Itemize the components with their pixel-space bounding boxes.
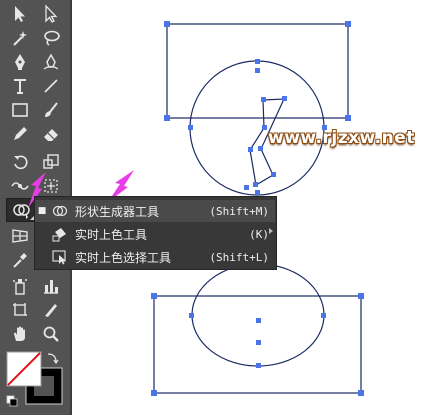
watermark: www.rjzxw.net [268,128,415,148]
selection-tool[interactable] [5,2,35,26]
flyout-item-label: 实时上色工具 [75,227,148,242]
eyedropper-icon [13,253,27,268]
curvature-pen-icon [43,53,59,70]
magic-wand-tool[interactable] [5,26,35,50]
symbol-sprayer-icon [13,279,27,295]
pencil-icon [14,127,27,140]
live-paint-selection-icon [52,250,66,265]
selected-marker-icon: ■ [37,206,47,216]
rectangle-icon [12,103,28,117]
lasso-tool[interactable] [36,26,66,50]
eyedropper-tool[interactable] [5,248,35,272]
perspective-grid-icon [12,229,28,243]
slice-knife-icon [45,304,57,317]
artboard-tool[interactable] [5,298,35,322]
pencil-tool[interactable] [5,122,35,146]
type-icon [14,79,26,94]
shape-builder-flyout-menu: ■ 形状生成器工具 (Shift+M) 实时上色工具 (K) 实时上色选择工具 … [34,196,277,270]
pen-tool[interactable] [5,50,35,74]
zoom-magnifier-icon [43,326,59,342]
eraser-tool[interactable] [36,122,66,146]
hand-icon [14,326,25,341]
magic-wand-icon [13,31,27,46]
column-graph-icon [44,280,58,294]
lasso-icon [44,30,60,46]
hand-tool[interactable] [5,322,35,346]
fill-stroke-swatches [6,350,66,410]
flyout-item-live-paint-bucket[interactable]: 实时上色工具 (K) [35,223,275,245]
swap-fill-stroke-icon[interactable] [47,353,59,365]
slice-tool[interactable] [36,298,66,322]
symbol-sprayer-tool[interactable] [5,274,35,298]
flyout-item-label: 实时上色选择工具 [75,250,172,265]
pen-nib-icon [15,54,25,70]
default-fill-stroke-icon[interactable] [6,395,18,407]
selection-arrow-icon [15,6,25,22]
perspective-grid-tool[interactable] [5,224,35,248]
direct-selection-tool[interactable] [36,2,66,26]
flyout-item-label: 形状生成器工具 [75,204,160,219]
type-tool[interactable] [5,74,35,98]
rectangle-tool[interactable] [5,98,35,122]
column-graph-tool[interactable] [36,274,66,298]
paintbrush-tool[interactable] [36,98,66,122]
artboard-icon [13,303,27,316]
shape-builder-icon [52,205,68,217]
bottom-ellipse-path[interactable] [191,263,325,367]
flyout-item-live-paint-selection[interactable]: 实时上色选择工具 (Shift+L) [35,246,275,268]
paintbrush-icon [45,102,58,117]
line-segment-tool[interactable] [36,74,66,98]
zoom-tool[interactable] [36,322,66,346]
eraser-icon [44,129,58,141]
line-segment-icon [44,79,58,93]
flyout-item-shortcut: (Shift+M) [209,204,269,218]
flyout-item-shortcut: (Shift+L) [209,250,269,264]
live-paint-bucket-icon [52,228,66,242]
curvature-tool[interactable] [36,50,66,74]
flyout-item-shape-builder[interactable]: ■ 形状生成器工具 (Shift+M) [35,200,275,222]
direct-selection-icon [45,4,58,23]
flyout-tearoff-arrow-icon[interactable] [269,228,273,234]
flyout-item-shortcut: (K) [249,227,269,241]
fill-swatch[interactable] [6,351,42,387]
